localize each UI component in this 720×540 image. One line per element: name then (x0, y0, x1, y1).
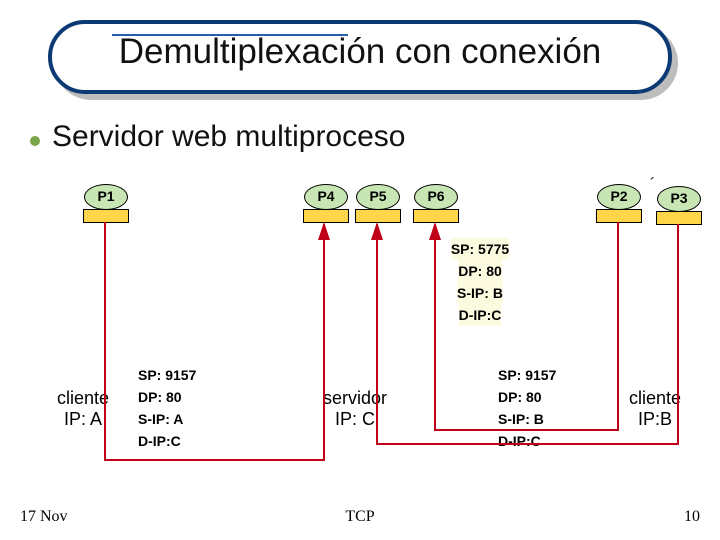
diagram-stage: Demultiplexación con conexión Servidor w… (0, 0, 720, 540)
process-oval-p4: P4 (304, 184, 348, 210)
socket-bar-p4 (303, 209, 349, 223)
packet-info-a: SP: 9157 DP: 80 S-IP: A D-IP:C (138, 364, 218, 452)
host-line2: IP: A (64, 409, 102, 429)
process-oval-p5: P5 (356, 184, 400, 210)
socket-bar-p1 (83, 209, 129, 223)
packet-dp: DP: 80 (138, 386, 182, 408)
process-oval-p3: P3 (657, 186, 701, 212)
packet-sip: S-IP: B (498, 408, 544, 430)
socket-bar-p3 (656, 211, 702, 225)
host-label-server: servidor IP: C (300, 388, 410, 430)
process-oval-p1: P1 (84, 184, 128, 210)
packet-sip: S-IP: A (138, 408, 183, 430)
packet-sp: SP: 5775 (451, 238, 509, 260)
packet-sip: S-IP: B (457, 282, 503, 304)
packet-dip: D-IP:C (138, 430, 181, 452)
footer-page-number: 10 (684, 508, 700, 526)
packet-dp: DP: 80 (498, 386, 542, 408)
process-oval-p2: P2 (597, 184, 641, 210)
socket-bar-p5 (355, 209, 401, 223)
packet-dp: DP: 80 (458, 260, 502, 282)
footer-topic: TCP (0, 508, 720, 526)
host-line1: cliente (629, 388, 681, 408)
packet-dip: D-IP:C (498, 430, 541, 452)
host-line2: IP: C (335, 409, 375, 429)
socket-bar-p2 (596, 209, 642, 223)
packet-sp: SP: 9157 (138, 364, 196, 386)
host-line2: IP:B (638, 409, 672, 429)
host-label-client-a: cliente IP: A (38, 388, 128, 430)
host-line1: cliente (57, 388, 109, 408)
process-oval-p6: P6 (414, 184, 458, 210)
slide-title: Demultiplexación con conexión (48, 32, 672, 72)
bullet-dot-icon (30, 136, 40, 146)
packet-info-b-upper: SP: 5775 DP: 80 S-IP: B D-IP:C (440, 238, 520, 326)
host-label-client-b: cliente IP:B (610, 388, 700, 430)
packet-dip: D-IP:C (459, 304, 502, 326)
socket-bar-p6 (413, 209, 459, 223)
stray-accent-mark: ´ (650, 176, 655, 194)
host-line1: servidor (323, 388, 387, 408)
bullet-text: Servidor web multiproceso (52, 120, 405, 154)
packet-info-b-lower: SP: 9157 DP: 80 S-IP: B D-IP:C (498, 364, 578, 452)
packet-sp: SP: 9157 (498, 364, 556, 386)
slide-title-box: Demultiplexación con conexión (48, 20, 672, 94)
